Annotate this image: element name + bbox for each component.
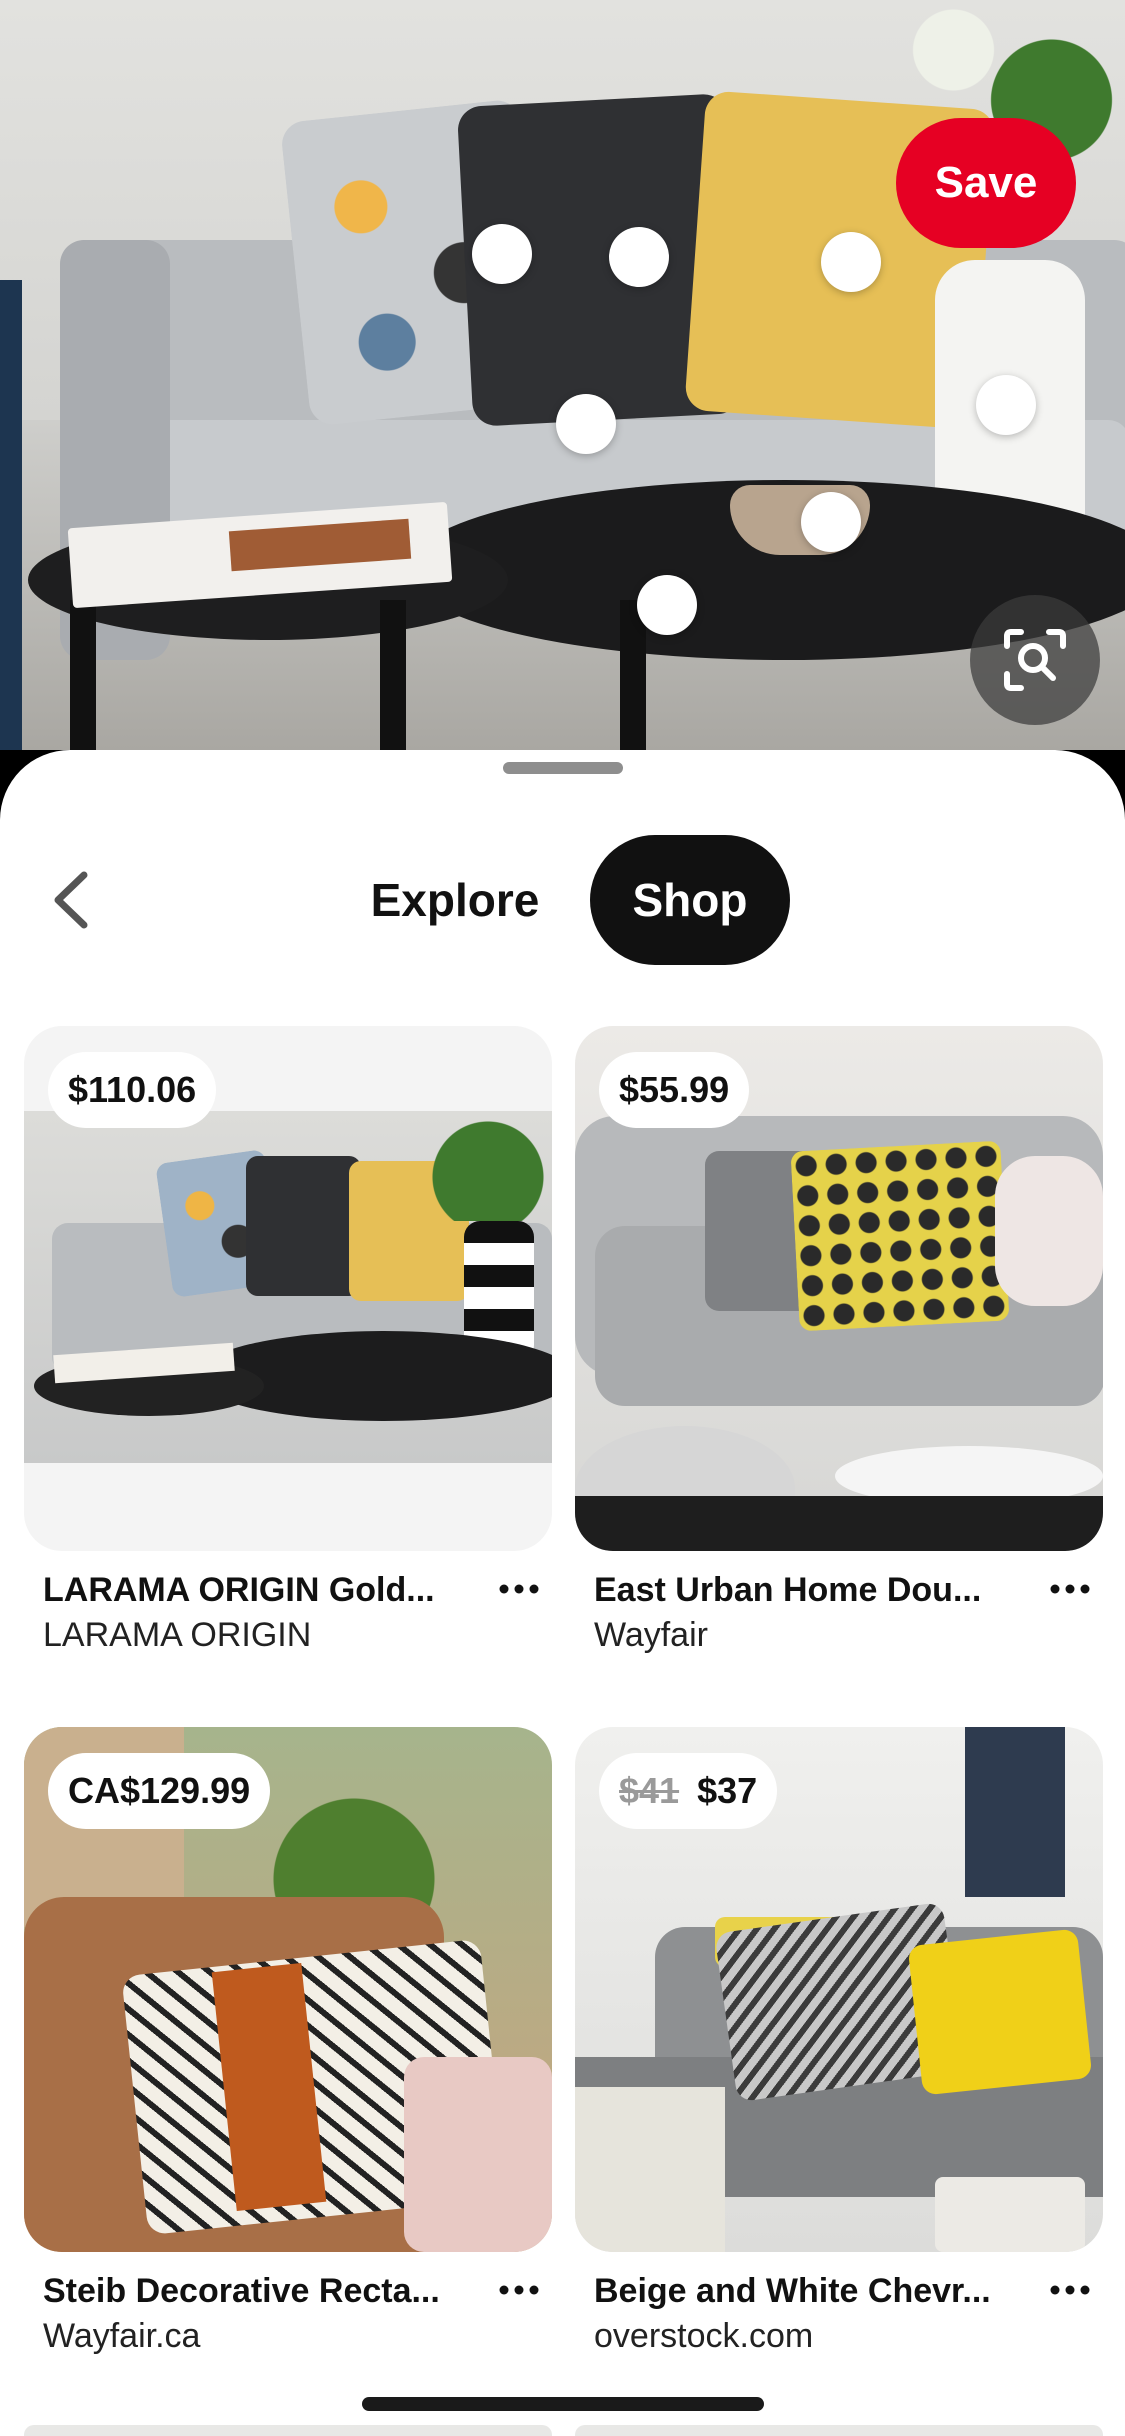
- product-seller: Wayfair.ca: [43, 2317, 201, 2355]
- table-leg: [380, 600, 406, 750]
- more-options-button[interactable]: [1035, 2265, 1105, 2315]
- product-image[interactable]: $41 $37: [575, 1727, 1103, 2252]
- shop-hotspot-dot[interactable]: [801, 492, 861, 552]
- product-photo: [24, 1111, 552, 1463]
- hero-image[interactable]: Save: [0, 0, 1125, 750]
- product-seller: overstock.com: [594, 2317, 814, 2355]
- table-leg: [70, 600, 96, 750]
- scan-search-icon: [1004, 629, 1066, 691]
- back-button[interactable]: [40, 860, 100, 940]
- chevron-left-icon: [54, 871, 88, 929]
- next-card-peek: [24, 2425, 552, 2436]
- shop-hotspot-dot[interactable]: [556, 394, 616, 454]
- price-badge: $110.06: [48, 1052, 217, 1128]
- original-price: $41: [619, 1770, 680, 1811]
- shop-hotspot-dot[interactable]: [609, 227, 669, 287]
- home-indicator[interactable]: [362, 2397, 764, 2411]
- tab-explore[interactable]: Explore: [340, 835, 570, 965]
- ellipsis-icon: [1050, 1584, 1090, 1594]
- product-title[interactable]: Steib Decorative Recta...: [43, 2272, 483, 2311]
- visual-search-button[interactable]: [970, 595, 1100, 725]
- product-seller: LARAMA ORIGIN: [43, 1616, 312, 1654]
- sheet-grabber[interactable]: [503, 762, 623, 774]
- shop-hotspot-dot[interactable]: [472, 224, 532, 284]
- product-image[interactable]: $55.99: [575, 1026, 1103, 1551]
- bottom-sheet: Explore Shop $110.06 LARAMA ORIGIN Gold.…: [0, 750, 1125, 2436]
- price: $37: [697, 1770, 758, 1811]
- price-badge: $41 $37: [599, 1753, 778, 1829]
- product-card[interactable]: CA$129.99 Steib Decorative Recta... Wayf…: [24, 1727, 552, 2355]
- product-card[interactable]: $41 $37 Beige and White Chevr... oversto…: [575, 1727, 1103, 2355]
- product-image[interactable]: CA$129.99: [24, 1727, 552, 2252]
- more-options-button[interactable]: [484, 2265, 554, 2315]
- shop-hotspot-dot[interactable]: [637, 575, 697, 635]
- more-options-button[interactable]: [484, 1564, 554, 1614]
- save-button[interactable]: Save: [896, 118, 1076, 248]
- product-seller: Wayfair: [594, 1616, 708, 1654]
- ellipsis-icon: [499, 2285, 539, 2295]
- ellipsis-icon: [499, 1584, 539, 1594]
- next-card-peek: [575, 2425, 1103, 2436]
- product-title[interactable]: Beige and White Chevr...: [594, 2272, 1034, 2311]
- product-title[interactable]: LARAMA ORIGIN Gold...: [43, 1571, 483, 1610]
- product-card[interactable]: $55.99 East Urban Home Dou... Wayfair: [575, 1026, 1103, 1654]
- shop-hotspot-dot[interactable]: [821, 232, 881, 292]
- radiator: [0, 280, 22, 750]
- product-image[interactable]: $110.06: [24, 1026, 552, 1551]
- price-badge: $55.99: [599, 1052, 750, 1128]
- shop-hotspot-dot[interactable]: [976, 375, 1036, 435]
- price-badge: CA$129.99: [48, 1753, 271, 1829]
- more-options-button[interactable]: [1035, 1564, 1105, 1614]
- product-title[interactable]: East Urban Home Dou...: [594, 1571, 1034, 1610]
- price: $110.06: [68, 1069, 197, 1110]
- tab-shop[interactable]: Shop: [590, 835, 790, 965]
- price: $55.99: [619, 1069, 730, 1110]
- product-card[interactable]: $110.06 LARAMA ORIGIN Gold... LARAMA ORI…: [24, 1026, 552, 1654]
- price: CA$129.99: [68, 1770, 251, 1811]
- ellipsis-icon: [1050, 2285, 1090, 2295]
